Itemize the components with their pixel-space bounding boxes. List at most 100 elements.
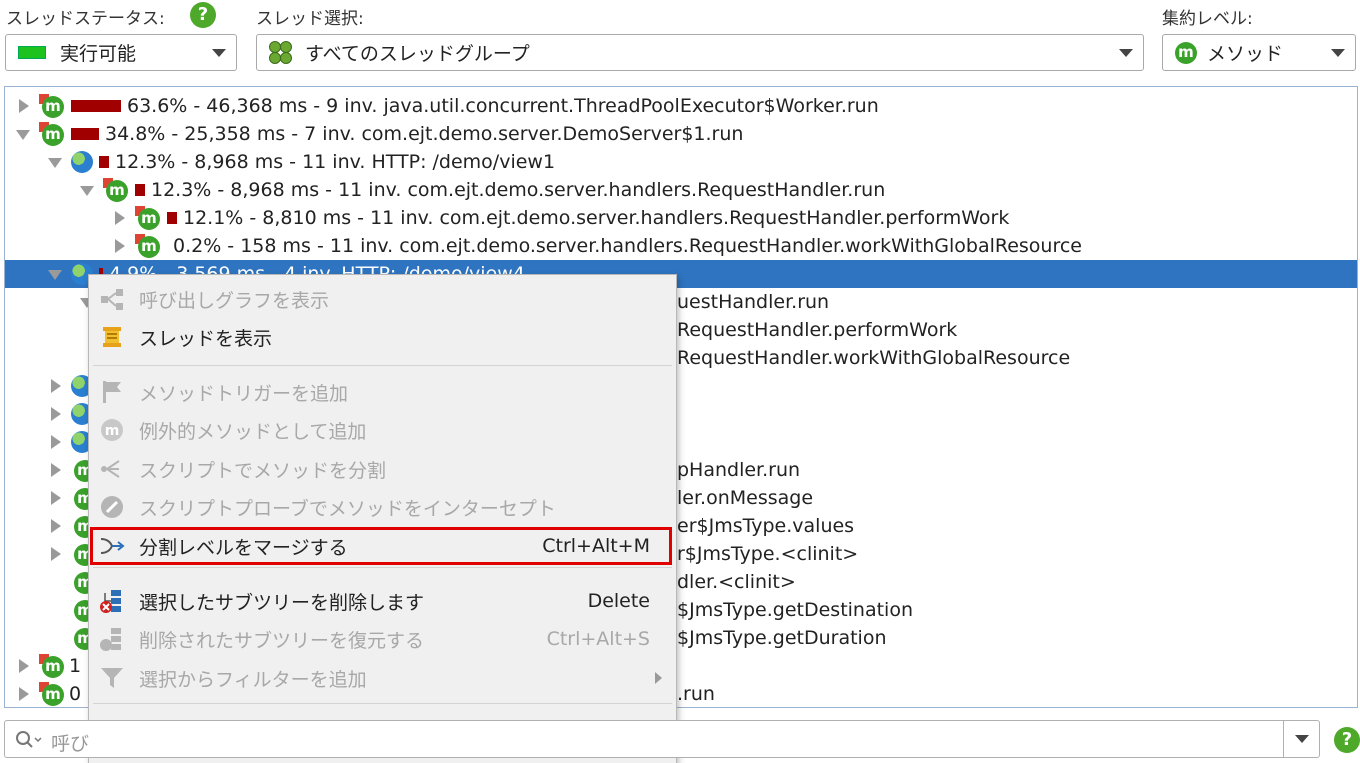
thread-select-dropdown[interactable]: すべてのスレッドグループ [256, 34, 1144, 71]
expand-right-icon[interactable] [15, 686, 31, 702]
expand-down-icon[interactable] [79, 182, 95, 198]
expand-right-icon[interactable] [111, 210, 127, 226]
expand-right-icon[interactable] [47, 546, 63, 562]
status-help-icon[interactable]: ? [190, 2, 216, 28]
expand-right-icon[interactable] [47, 434, 63, 450]
tree-row[interactable]: m 12.3% - 8,968 ms - 11 inv. com.ejt.demo… [5, 176, 1357, 204]
menu-item-call-graph: 呼び出しグラフを表示 [89, 281, 676, 317]
menu-item-label: スレッドを表示 [139, 327, 273, 350]
expand-down-icon[interactable] [47, 154, 63, 170]
tree-row-label: 63.6% - 46,368 ms - 9 inv. java.util.con… [127, 95, 879, 117]
expand-right-icon[interactable] [47, 378, 63, 394]
percentage-bar [99, 156, 109, 168]
menu-item-label: 選択したサブツリーを削除します [139, 591, 425, 614]
menu-item-label: 削除されたサブツリーを復元する [139, 629, 425, 652]
chevron-down-icon [1119, 49, 1133, 57]
tree-row[interactable]: m 63.6% - 46,368 ms - 9 inv. java.util.co… [5, 92, 1357, 120]
submenu-arrow-icon [655, 672, 662, 684]
aggregation-level-dropdown[interactable]: m メソッド [1162, 34, 1356, 71]
tree-row[interactable]: m 12.1% - 8,810 ms - 11 inv. com.ejt.demo… [5, 204, 1357, 232]
search-input[interactable]: 呼び [4, 720, 1320, 758]
chevron-down-icon [1331, 49, 1345, 57]
tree-row[interactable] [5, 400, 95, 428]
tree-row[interactable]: m 0.2% - 158 ms - 11 inv. com.ejt.demo.se… [5, 232, 1357, 260]
menu-item-shortcut: Ctrl+Alt+S [546, 628, 650, 650]
tree-row[interactable]: m [5, 456, 96, 484]
tree-row-label: RequestHandler.performWork [677, 319, 958, 341]
split-icon [99, 456, 125, 482]
svg-text:m: m [105, 423, 120, 439]
tree-row[interactable]: m 34.8% - 25,358 ms - 7 inv. com.ejt.demo… [5, 120, 1357, 148]
menu-separator [93, 365, 672, 366]
search-history-dropdown[interactable] [1283, 721, 1319, 757]
search-placeholder: 呼び [51, 733, 90, 755]
expand-right-icon[interactable] [15, 658, 31, 674]
expand-right-icon[interactable] [47, 462, 63, 478]
search-help-icon[interactable]: ? [1334, 727, 1360, 753]
tree-row[interactable]: 12.3% - 8,968 ms - 11 inv. HTTP: /demo/v… [5, 148, 1357, 176]
tree-row-label: .run [677, 683, 715, 705]
thread-status-dropdown[interactable]: 実行可能 [5, 34, 237, 71]
call-graph-icon [99, 286, 125, 312]
menu-item-thread[interactable]: スレッドを表示 [89, 319, 676, 355]
expand-right-icon[interactable] [47, 518, 63, 534]
aggregation-level-label: 集約レベル: [1162, 9, 1253, 29]
search-icon [16, 731, 42, 748]
method-icon: m [39, 94, 65, 118]
menu-item-delete-subtree[interactable]: 選択したサブツリーを削除します Delete [89, 583, 676, 619]
restore-subtree-icon [99, 626, 125, 652]
context-menu: 呼び出しグラフを表示 スレッドを表示メソッドトリガーを追加 m 例外的メソッドとして追… [88, 274, 677, 763]
tree-row[interactable]: m [5, 624, 96, 652]
tree-row-label: 34.8% - 25,358 ms - 7 inv. com.ejt.demo.… [105, 123, 744, 145]
method-glyph: m [42, 124, 64, 146]
expand-right-icon[interactable] [111, 238, 127, 254]
tree-row-label: 0.2% - 158 ms - 11 inv. com.ejt.demo.ser… [173, 235, 1082, 257]
menu-item-flag: メソッドトリガーを追加 [89, 374, 676, 410]
menu-separator [93, 567, 672, 568]
tree-row[interactable]: m [5, 540, 96, 568]
menu-item-label: 呼び出しグラフを表示 [139, 289, 330, 312]
method-glyph: m [138, 208, 160, 230]
tree-row-label: pHandler.run [677, 459, 801, 481]
tree-row[interactable]: m [5, 568, 96, 596]
menu-item-exceptional-method: m 例外的メソッドとして追加 [89, 412, 676, 448]
thread-select-label: スレッド選択: [256, 9, 364, 29]
tree-row-label: 1 [69, 655, 82, 677]
tree-row[interactable]: m [5, 288, 128, 316]
tree-row-label: $JmsType.getDuration [677, 627, 887, 649]
method-glyph: m [106, 180, 128, 202]
tree-row[interactable]: m [5, 512, 96, 540]
tree-row-label: uestHandler.run [677, 291, 830, 313]
expand-down-icon[interactable] [15, 126, 31, 142]
menu-item-label: スクリプトプローブでメソッドをインターセプト [139, 497, 556, 520]
chevron-down-icon [212, 49, 226, 57]
method-icon: m [135, 234, 161, 258]
delete-subtree-icon [99, 588, 125, 614]
thread-group-icon [269, 40, 293, 65]
expand-down-icon[interactable] [47, 266, 63, 282]
tree-row-label: ler.onMessage [677, 487, 814, 509]
tree-row[interactable]: m0 [5, 680, 95, 707]
menu-item-split: スクリプトでメソッドを分割 [89, 451, 676, 487]
menu-item-label: メソッドトリガーを追加 [139, 382, 349, 405]
tree-row-label: er$JmsType.values [677, 515, 855, 537]
thread-status-value: 実行可能 [60, 43, 137, 65]
method-icon: m [103, 178, 129, 202]
tree-row[interactable]: m [5, 596, 96, 624]
expand-right-icon[interactable] [15, 98, 31, 114]
percentage-bar [71, 128, 99, 140]
url-globe-icon [71, 151, 93, 173]
expand-right-icon[interactable] [47, 490, 63, 506]
tree-row-label: r$JmsType.<clinit> [677, 543, 859, 565]
tree-row[interactable] [5, 428, 95, 456]
menu-item-restore-subtree: 削除されたサブツリーを復元する Ctrl+Alt+S [89, 621, 676, 657]
tree-row[interactable] [5, 372, 95, 400]
expand-right-icon[interactable] [47, 406, 63, 422]
menu-item-filter: 選択からフィルターを追加 [89, 660, 676, 696]
menu-separator [93, 703, 672, 704]
method-glyph: m [42, 684, 64, 706]
menu-item-label: 例外的メソッドとして追加 [139, 420, 367, 443]
tree-row[interactable]: m [5, 484, 96, 512]
method-icon: m [39, 682, 65, 706]
tree-row[interactable]: m1 [5, 652, 95, 680]
